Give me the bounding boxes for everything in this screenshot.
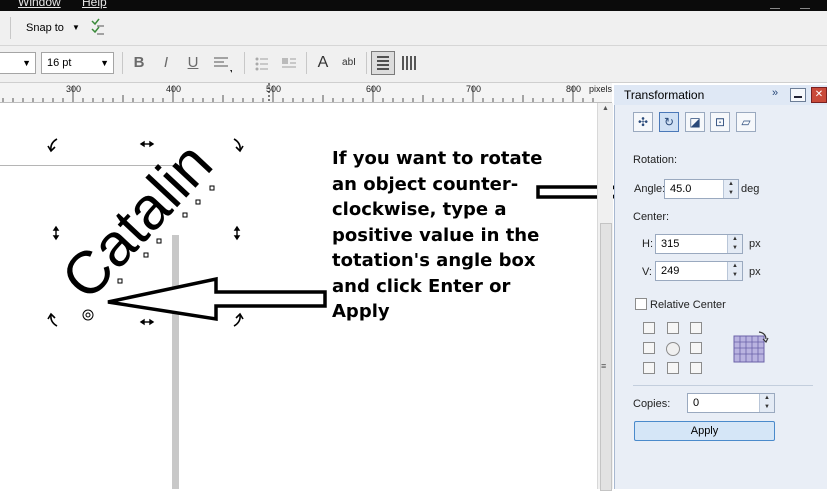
rotation-preview-icon bbox=[733, 331, 769, 363]
toolbar-separator bbox=[366, 52, 367, 74]
angle-spinner-icon[interactable]: ▲ ▼ bbox=[723, 180, 738, 198]
minimize-icon[interactable] bbox=[770, 0, 780, 9]
toolbar-separator bbox=[244, 52, 245, 74]
character-formatting-icon[interactable]: A bbox=[312, 52, 334, 74]
rotation-section-label: Rotation: bbox=[633, 154, 678, 166]
chevron-down-icon[interactable]: ▼ bbox=[72, 23, 80, 32]
h-unit: px bbox=[749, 238, 761, 250]
menu-window[interactable]: Window bbox=[18, 0, 61, 9]
position-icon[interactable]: ✣ bbox=[633, 112, 653, 132]
scrollbar-thumb[interactable] bbox=[600, 223, 612, 491]
ruler-unit: pixels bbox=[589, 84, 613, 94]
bullet-list-icon[interactable] bbox=[251, 52, 273, 74]
font-name-combo[interactable]: ▼ bbox=[0, 52, 36, 74]
ruler-label: 600 bbox=[366, 84, 382, 94]
v-value: 249 bbox=[661, 265, 680, 277]
h-value: 315 bbox=[661, 238, 680, 250]
copies-input[interactable]: 0 ▲ ▼ bbox=[687, 393, 775, 413]
property-bar: ▼ 16 pt ▼ B I U A abI bbox=[0, 46, 827, 83]
v-input[interactable]: 249 ▲ ▼ bbox=[655, 261, 743, 281]
copies-label: Copies: bbox=[633, 398, 671, 410]
italic-icon[interactable]: I bbox=[155, 52, 177, 74]
vertical-scrollbar[interactable]: ▲ ≡ bbox=[597, 103, 613, 491]
relative-center-checkbox[interactable] bbox=[635, 298, 647, 310]
double-chevron-icon[interactable]: » bbox=[772, 87, 778, 99]
horizontal-ruler[interactable]: 300 400 500 600 700 800 pixels bbox=[0, 83, 612, 103]
horizontal-text-icon[interactable] bbox=[371, 51, 395, 75]
options-icon[interactable] bbox=[91, 17, 105, 37]
toolbar-separator bbox=[10, 17, 11, 39]
v-spinner-icon[interactable]: ▲ ▼ bbox=[727, 262, 742, 280]
menu-bar: Window Help bbox=[0, 0, 827, 11]
text-align-icon[interactable] bbox=[210, 52, 234, 74]
mirror-icon[interactable]: ◪ bbox=[685, 112, 705, 132]
tutorial-annotation: If you want to rotate an object counter-… bbox=[332, 148, 543, 322]
ruler-label: 500 bbox=[266, 84, 282, 94]
anchor-top-left[interactable] bbox=[643, 322, 655, 334]
copies-value: 0 bbox=[693, 397, 700, 409]
ruler-label: 300 bbox=[66, 84, 82, 94]
close-icon[interactable]: ✕ bbox=[811, 87, 827, 103]
bold-icon[interactable]: B bbox=[128, 52, 150, 74]
anchor-bottom-center[interactable] bbox=[667, 362, 679, 374]
minimize-docker-icon[interactable] bbox=[790, 88, 806, 102]
apply-button[interactable]: Apply bbox=[634, 421, 775, 441]
relative-center-label: Relative Center bbox=[650, 299, 726, 311]
docker-title: Transformation bbox=[624, 88, 705, 102]
anchor-bottom-right[interactable] bbox=[690, 362, 702, 374]
vertical-text-icon[interactable] bbox=[398, 52, 420, 74]
divider bbox=[633, 385, 813, 386]
restore-icon[interactable] bbox=[800, 0, 810, 9]
docker-header: Transformation » ✕ bbox=[614, 85, 827, 105]
anchor-middle-left[interactable] bbox=[643, 342, 655, 354]
drop-cap-icon[interactable] bbox=[278, 52, 300, 74]
ruler-label: 800 bbox=[566, 84, 582, 94]
edit-text-icon[interactable]: abI bbox=[338, 52, 360, 74]
toolbar-separator bbox=[122, 52, 123, 74]
anchor-bottom-left[interactable] bbox=[643, 362, 655, 374]
angle-value: 45.0 bbox=[670, 183, 692, 195]
scroll-up-icon[interactable]: ▲ bbox=[602, 105, 609, 112]
rotate-icon[interactable]: ↻ bbox=[659, 112, 679, 132]
anchor-center[interactable] bbox=[666, 342, 680, 356]
v-unit: px bbox=[749, 266, 761, 278]
center-section-label: Center: bbox=[633, 211, 670, 223]
snap-to-dropdown[interactable]: Snap to bbox=[26, 22, 64, 34]
chevron-down-icon: ▼ bbox=[100, 58, 109, 68]
h-input[interactable]: 315 ▲ ▼ bbox=[655, 234, 743, 254]
chevron-down-icon: ▼ bbox=[22, 58, 31, 68]
font-size-value: 16 pt bbox=[47, 57, 72, 69]
size-icon[interactable]: ⊡ bbox=[710, 112, 730, 132]
font-size-combo[interactable]: 16 pt ▼ bbox=[41, 52, 114, 74]
angle-label: Angle: bbox=[634, 183, 666, 195]
v-label: V: bbox=[642, 266, 652, 278]
anchor-top-center[interactable] bbox=[667, 322, 679, 334]
angle-unit: deg bbox=[741, 183, 760, 195]
ruler-label: 400 bbox=[166, 84, 182, 94]
h-spinner-icon[interactable]: ▲ ▼ bbox=[727, 235, 742, 253]
menu-help[interactable]: Help bbox=[82, 0, 107, 9]
standard-toolbar: Snap to ▼ bbox=[0, 11, 827, 46]
ruler-label: 700 bbox=[466, 84, 482, 94]
grip-icon: ≡ bbox=[601, 361, 607, 371]
copies-spinner-icon[interactable]: ▲ ▼ bbox=[759, 394, 774, 412]
ruler-ticks bbox=[2, 83, 594, 102]
h-label: H: bbox=[642, 238, 653, 250]
toolbar-separator bbox=[306, 52, 307, 74]
angle-input[interactable]: 45.0 ▲ ▼ bbox=[664, 179, 739, 199]
anchor-middle-right[interactable] bbox=[690, 342, 702, 354]
underline-icon[interactable]: U bbox=[182, 52, 204, 74]
skew-icon[interactable]: ▱ bbox=[736, 112, 756, 132]
anchor-top-right[interactable] bbox=[690, 322, 702, 334]
